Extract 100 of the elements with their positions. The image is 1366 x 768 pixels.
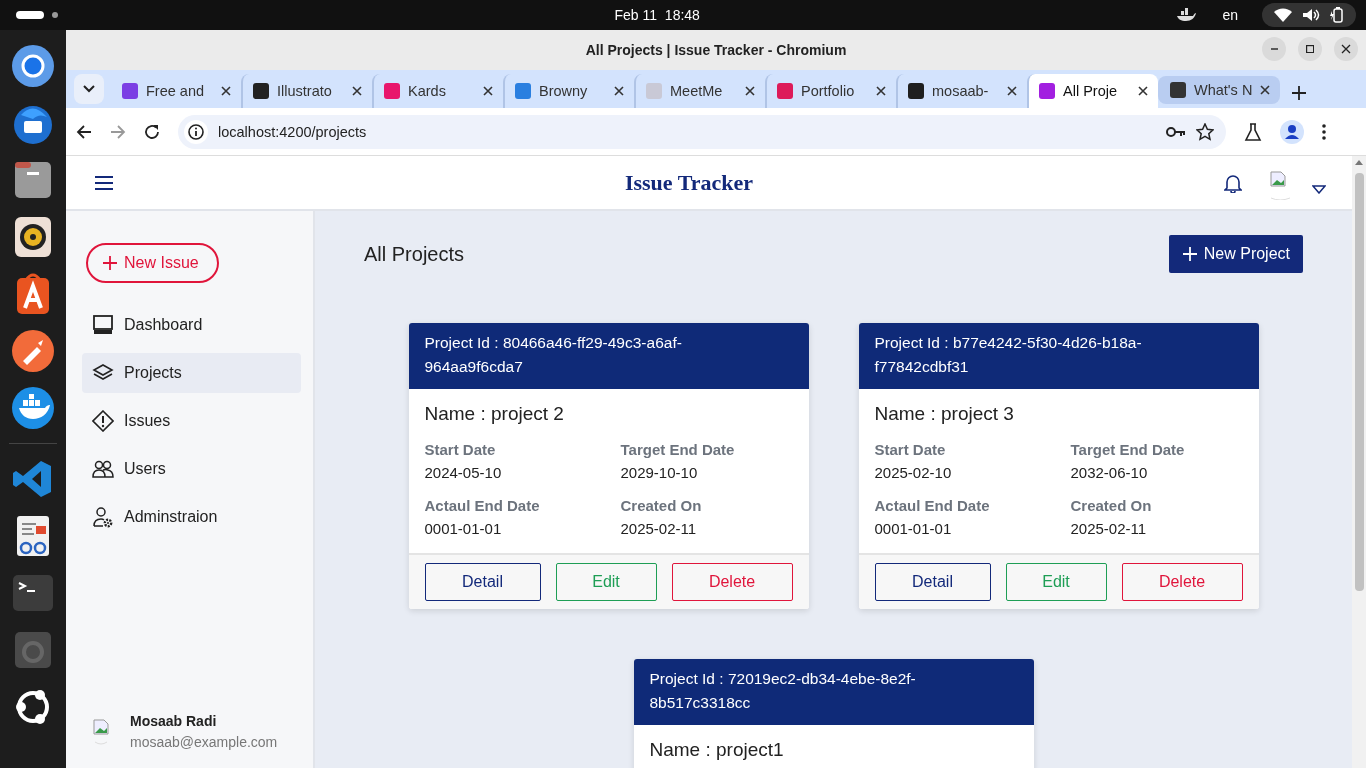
scrollbar[interactable] [1352, 156, 1366, 768]
warning-icon [92, 410, 114, 432]
field-label: Start Date [424, 441, 497, 458]
browser-tab[interactable]: All Proje [1027, 74, 1158, 108]
new-issue-button[interactable]: New Issue [86, 243, 219, 283]
field-value: 0001-01-01 [874, 520, 953, 537]
tab-title: Browny [539, 83, 589, 99]
browser-tab[interactable]: Browny [503, 74, 634, 108]
star-icon[interactable] [1196, 122, 1214, 141]
action-button[interactable]: Detail [874, 563, 991, 601]
tab-title: Illustrato [277, 83, 333, 99]
field-value: 2029-10-10 [620, 464, 699, 481]
sidebar-item[interactable]: Projects [82, 353, 301, 393]
workspace-dot [52, 12, 58, 18]
tab-title: Free and [146, 83, 206, 99]
field-label: Actaul End Date [874, 497, 991, 514]
browser-tab[interactable]: Kards [372, 74, 503, 108]
field-label: Target End Date [620, 441, 736, 458]
user-gear-icon [92, 506, 114, 528]
field-value: 2024-05-10 [424, 464, 503, 481]
caret-down-icon [83, 85, 95, 93]
caret-down-icon[interactable] [1312, 183, 1326, 194]
browser-tab[interactable]: Portfolio [765, 74, 896, 108]
users-icon [92, 458, 114, 480]
back-icon[interactable] [76, 123, 92, 140]
field-value: 2025-02-10 [874, 464, 953, 481]
more-icon[interactable] [1322, 123, 1326, 140]
field-label: Created On [620, 497, 703, 514]
project-id: Project Id : 80466a46-ff29-49c3-a6af-964aa9f6cda7 [424, 333, 683, 377]
menu-icon[interactable] [94, 174, 114, 191]
project-name: Name : project 3 [874, 403, 1015, 425]
field-label: Actaul End Date [424, 497, 541, 514]
browser-tab[interactable]: MeetMe [634, 74, 765, 108]
scroll-up-icon[interactable] [1355, 160, 1363, 165]
volume-icon[interactable] [1302, 8, 1320, 22]
sidebar-item[interactable]: Issues [82, 401, 301, 441]
close-icon[interactable] [1007, 86, 1017, 96]
field-value: 0001-01-01 [424, 520, 503, 537]
action-button[interactable]: Delete [671, 563, 793, 601]
browser-tab[interactable]: What's N [1158, 76, 1280, 104]
address-bar[interactable]: localhost:4200/projects [178, 114, 1226, 149]
close-button[interactable] [1334, 37, 1358, 61]
tab-title: Kards [408, 83, 447, 99]
whale-icon[interactable] [1176, 8, 1197, 22]
field-label: Created On [1070, 497, 1153, 514]
tab-title: What's N [1194, 82, 1252, 98]
browser-tab[interactable]: Illustrato [241, 74, 372, 108]
action-button[interactable]: Detail [424, 563, 541, 601]
keyboard-language[interactable]: en [1222, 7, 1238, 23]
pen-nib-icon[interactable] [11, 329, 55, 373]
project-id: Project Id : 72019ec2-db34-4ebe-8e2f-8b517c3318cc [649, 669, 917, 713]
tab-title: All Proje [1063, 83, 1118, 99]
maximize-button[interactable] [1298, 37, 1322, 61]
user-name: Mosaab Radi [130, 712, 218, 729]
user-email: mosaab@example.com [130, 733, 278, 750]
sidebar-item[interactable]: Users [82, 449, 301, 489]
new-project-button[interactable]: New Project [1168, 235, 1303, 273]
close-icon[interactable] [221, 86, 231, 96]
close-icon[interactable] [352, 86, 362, 96]
field-value: 2025-02-11 [620, 520, 698, 537]
plus-icon [1181, 246, 1198, 262]
forward-icon[interactable] [110, 123, 126, 140]
flask-icon[interactable] [1244, 122, 1262, 141]
profile-icon[interactable] [1280, 119, 1304, 144]
project-name: Name : project1 [649, 739, 785, 761]
close-icon [1341, 44, 1351, 54]
action-button[interactable]: Delete [1121, 563, 1243, 601]
field-label: Target End Date [1070, 441, 1186, 458]
page-heading: All Projects [364, 242, 465, 266]
key-icon[interactable] [1166, 125, 1186, 138]
browser-icon[interactable] [11, 44, 55, 88]
activities-indicator[interactable] [16, 11, 44, 19]
info-icon[interactable] [188, 123, 204, 140]
sidebar-item[interactable]: Adminstraion [82, 497, 301, 537]
minimize-button[interactable] [1262, 37, 1286, 61]
maximize-icon [1306, 45, 1314, 53]
close-icon[interactable] [483, 86, 493, 96]
sidebar-item[interactable]: Dashboard [82, 305, 301, 345]
close-icon[interactable] [745, 86, 755, 96]
project-id: Project Id : b77e4242-5f30-4d26-b18a-f77842cdbf31 [874, 333, 1143, 377]
battery-icon[interactable] [1330, 7, 1344, 23]
tab-search-button[interactable] [74, 74, 104, 104]
clock[interactable]: Feb 11 18:48 [614, 7, 700, 23]
bell-icon[interactable] [1224, 172, 1242, 193]
browser-tab[interactable]: Free and [110, 74, 241, 108]
minimize-icon [1270, 48, 1278, 50]
close-icon[interactable] [876, 86, 886, 96]
new-tab-icon[interactable] [1292, 86, 1306, 100]
window-title: All Projects | Issue Tracker - Chromium [585, 42, 847, 58]
field-label: Start Date [874, 441, 947, 458]
close-icon[interactable] [614, 86, 624, 96]
monitor-icon [92, 314, 114, 336]
close-icon[interactable] [1260, 85, 1270, 95]
wifi-icon[interactable] [1274, 8, 1292, 22]
whale-icon[interactable] [11, 386, 55, 430]
close-icon[interactable] [1138, 86, 1148, 96]
field-value: 2025-02-11 [1070, 520, 1148, 537]
app-title: Issue Tracker [623, 169, 755, 196]
tab-title: mosaab- [932, 83, 990, 99]
reload-icon[interactable] [144, 123, 160, 140]
